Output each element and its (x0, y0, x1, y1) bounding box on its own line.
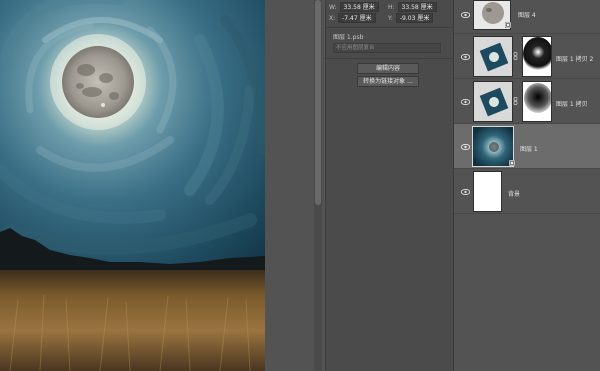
layer-row[interactable]: 图层 1 拷贝 (454, 79, 600, 124)
chain-link-icon[interactable] (513, 97, 518, 105)
smart-object-icon (509, 160, 515, 166)
layer-name: 图层 1 (520, 146, 538, 153)
smart-object-icon (505, 22, 511, 28)
layer-row[interactable]: 背景 (454, 169, 600, 214)
properties-body (326, 0, 453, 371)
layer-row[interactable]: 图层 1 拷贝 2 (454, 34, 600, 79)
convert-to-linked-button[interactable]: 转换为链接对象 ... (357, 76, 419, 87)
y-label: Y: (388, 14, 393, 22)
section-divider (326, 58, 453, 59)
smart-object-file-name: 图层 1.psb (333, 34, 364, 41)
layer-row[interactable]: 图层 1 (454, 124, 600, 169)
artwork-image (0, 0, 265, 371)
width-row: W: 33.58 厘米 (329, 2, 379, 12)
layer-name: 图层 4 (518, 12, 536, 19)
section-divider (326, 27, 453, 28)
width-label: W: (329, 3, 337, 11)
height-row: H: 33.58 厘米 (388, 2, 437, 12)
height-label: H: (388, 3, 395, 11)
eye-icon[interactable] (461, 189, 470, 195)
layers-panel: 图层 4 图层 1 拷贝 2 图层 1 拷贝 图层 1 背景 (453, 0, 600, 371)
layer-name: 图层 1 拷贝 (556, 101, 588, 108)
x-row: X: -7.47 厘米 (329, 13, 376, 23)
layer-thumbnail (473, 171, 502, 212)
layer-thumbnail (472, 126, 514, 167)
edit-contents-button[interactable]: 编辑内容 (357, 63, 419, 74)
layer-mask-thumbnail[interactable] (522, 81, 552, 122)
eye-icon[interactable] (461, 144, 470, 150)
x-field[interactable]: -7.47 厘米 (338, 13, 376, 23)
layer-name: 背景 (508, 191, 521, 198)
x-label: X: (329, 14, 336, 22)
layer-comp-select[interactable]: 不应用图层复合 (333, 43, 441, 53)
layer-thumbnail (473, 36, 513, 77)
eye-icon[interactable] (461, 99, 470, 105)
eye-icon[interactable] (461, 12, 470, 18)
layer-name: 图层 1 拷贝 2 (556, 56, 594, 63)
layer-mask-thumbnail[interactable] (522, 36, 552, 77)
height-field[interactable]: 33.58 厘米 (397, 2, 437, 12)
layer-thumbnail (473, 81, 513, 122)
eye-icon[interactable] (461, 54, 470, 60)
properties-panel: W: 33.58 厘米 H: 33.58 厘米 X: -7.47 厘米 Y: -… (265, 0, 453, 371)
chain-link-icon[interactable] (513, 52, 518, 60)
y-field[interactable]: -9.03 厘米 (395, 13, 434, 23)
y-row: Y: -9.03 厘米 (388, 13, 434, 23)
width-field[interactable]: 33.58 厘米 (339, 2, 379, 12)
canvas-scrollbar-thumb[interactable] (315, 0, 321, 205)
document-canvas[interactable] (0, 0, 265, 371)
layer-row[interactable]: 图层 4 (454, 0, 600, 34)
